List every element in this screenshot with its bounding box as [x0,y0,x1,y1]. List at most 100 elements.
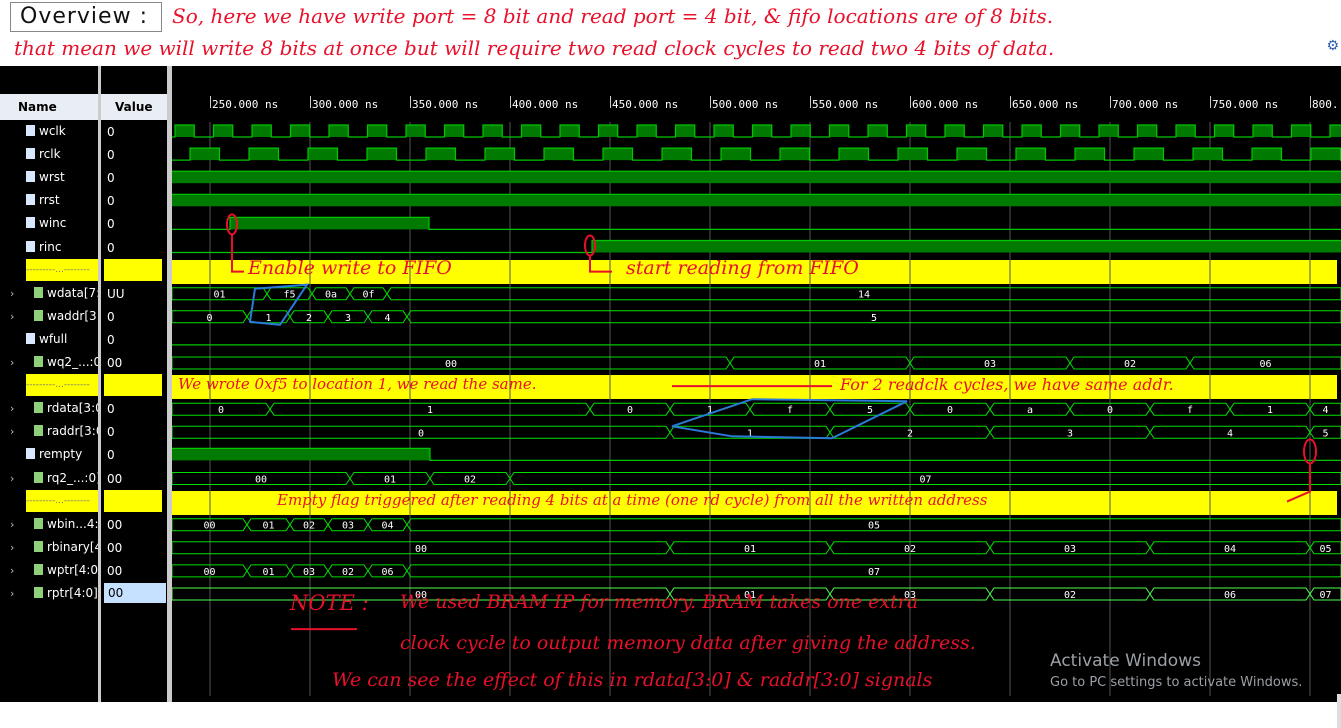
bus-value: 03 [1064,544,1076,555]
signal-row-wptr-4-0-[interactable]: › wptr[4:0] [0,559,98,581]
signal-row-wrst[interactable]: wrst [0,166,98,188]
high-level-fill [592,240,1341,253]
divider-name[interactable]: ---------...-------- [26,489,98,512]
divider-name[interactable]: ---------...-------- [26,374,98,397]
signal-row-rclk[interactable]: rclk [0,143,98,165]
bus-value: 02 [342,567,354,578]
bus-value: f [1187,405,1193,416]
red-arrow-mark [1286,463,1311,503]
bus-value: 3 [345,313,351,324]
signal-row-wclk[interactable]: wclk [0,120,98,142]
signal-name: rptr[4:0] [47,586,98,600]
bus-value: 02 [303,521,315,532]
signal-name: rbinary[4:0] [47,539,98,554]
overview-annotation: Overview : So, here we have write port =… [0,0,1341,67]
signal-row-rptr-4-0-[interactable]: › rptr[4:0] [0,582,98,604]
bus-value: f [787,405,793,416]
bus-value: a [1027,405,1033,416]
expand-chevron-icon[interactable]: › [0,560,22,581]
expand-chevron-icon[interactable]: › [0,352,22,373]
signal-name: rq2_...:0] [47,470,98,485]
expand-chevron-icon[interactable]: › [0,283,22,304]
signal-row-rrst[interactable]: rrst [0,189,98,211]
bus-value: 01 [262,567,274,578]
note-same-addr: For 2 readclk cycles, we have same addr. [840,375,1174,395]
divider-value [104,489,162,512]
bit-signal-icon [26,217,35,229]
note-label: NOTE : [290,591,369,616]
signal-value: UU [107,286,125,301]
signal-row-rempty[interactable]: rempty [0,443,98,465]
signal-row-wfull[interactable]: wfull [0,328,98,350]
bus-signal-icon [34,471,43,483]
bus-value: 05 [868,521,880,532]
signal-name: rrst [39,193,60,208]
value-column-header[interactable]: Value [101,94,167,120]
bus-value: 0a [325,290,337,301]
signal-row-raddr-3-0-[interactable]: › raddr[3:0] [0,420,98,442]
signal-name: wdata[7:0] [47,285,98,300]
bus-value: 02 [904,544,916,555]
signal-row-rbinary-4-0-[interactable]: › rbinary[4:0] [0,536,98,558]
signal-value: 0 [107,402,115,417]
bus-value: 1 [265,313,271,324]
signal-row-rinc[interactable]: rinc [0,236,98,258]
bus-value: 0 [947,405,953,416]
bus-value: 00 [203,521,215,532]
bit-signal-icon [26,148,35,160]
note-line-2: clock cycle to output memory data after … [400,632,976,655]
bus-value: 03 [303,567,315,578]
signal-row-wbin-4-0-[interactable]: › wbin...4:0] [0,513,98,535]
vertical-scrollbar[interactable] [1337,694,1341,728]
name-column-header[interactable]: Name [0,94,98,120]
signal-value: 0 [107,148,115,163]
signal-row-wq2-0-[interactable]: › wq2_...:0] [0,351,98,373]
expand-chevron-icon[interactable]: › [0,537,22,558]
clock-wave [172,147,1341,161]
bus-value: f5 [283,290,295,301]
signal-value: 0 [107,240,115,255]
bus-value: 2 [907,428,913,439]
signal-value: 00 [107,517,123,532]
signal-row-rdata-3-0-[interactable]: › rdata[3:0] [0,397,98,419]
bus-value: 3 [1067,428,1073,439]
note-line-3: We can see the effect of this in rdata[3… [332,669,933,692]
overview-label: Overview : [20,4,148,29]
high-level-fill [172,171,1341,184]
expand-chevron-icon[interactable]: › [0,398,22,419]
signal-value: 0 [107,309,115,324]
bus-signal-icon [34,540,43,552]
signal-value: 0 [107,194,115,209]
signal-name: rinc [39,239,62,254]
bus-value: 01 [262,521,274,532]
signal-name: wclk [39,124,66,138]
note-empty-flag: Empty flag triggered after reading 4 bit… [277,490,988,509]
expand-chevron-icon[interactable]: › [0,468,22,489]
signal-value: 0 [107,332,115,347]
bus-value: 00 [445,359,457,370]
signal-name: waddr[3:0] [47,308,98,323]
expand-chevron-icon[interactable]: › [0,421,22,442]
signal-row-winc[interactable]: winc [0,212,98,234]
bus-value: 02 [1064,590,1076,601]
bus-value: 0 [1107,405,1113,416]
bus-value: 07 [1319,590,1331,601]
bit-signal-icon [26,332,35,344]
overview-line-2: that mean we will write 8 bits at once b… [14,36,1055,60]
bus-value: 03 [984,359,996,370]
expand-chevron-icon[interactable]: › [0,583,22,604]
signal-row-waddr-3-0-[interactable]: › waddr[3:0] [0,305,98,327]
signal-row-wdata-7-0-[interactable]: › wdata[7:0] [0,282,98,304]
waveform-window: Overview : So, here we have write port =… [0,0,1341,728]
signal-name: wptr[4:0] [47,562,98,577]
signal-row-rq2-0-[interactable]: › rq2_...:0] [0,467,98,489]
signal-value: 0 [107,425,115,440]
high-level-fill [172,194,1341,207]
expand-chevron-icon[interactable]: › [0,306,22,327]
bus-value: 01 [814,359,826,370]
signal-name: wrst [39,170,65,185]
divider-name[interactable]: ---------...-------- [26,258,98,281]
gear-icon[interactable]: ⚙ [1326,38,1339,54]
expand-chevron-icon[interactable]: › [0,514,22,535]
bus-value: 01 [744,544,756,555]
